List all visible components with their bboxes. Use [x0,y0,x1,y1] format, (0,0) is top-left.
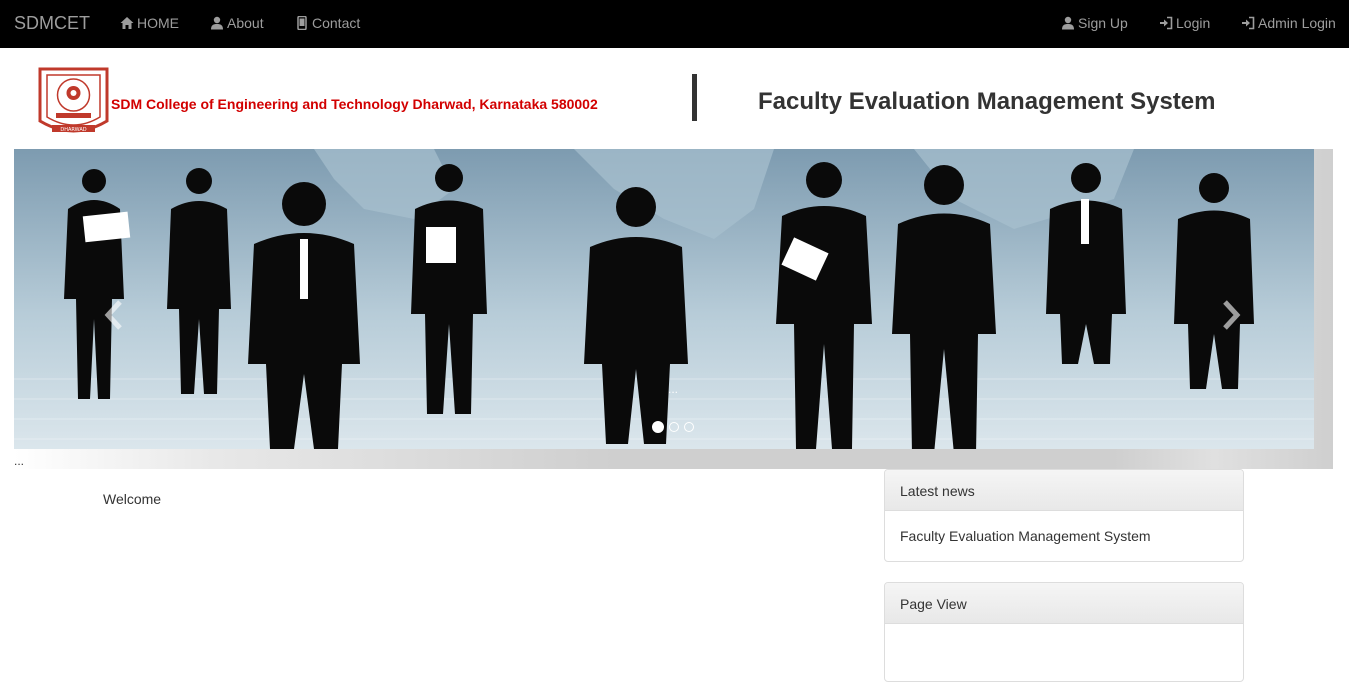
nav-about-link[interactable]: About [210,15,264,31]
nav-login-label: Login [1176,15,1211,31]
carousel-prev-button[interactable] [102,299,126,331]
image-carousel: ... ... [14,149,1333,469]
system-title: Faculty Evaluation Management System [758,88,1216,115]
site-header: DHARWAD SDM College of Engineering and T… [0,48,1349,149]
page-view-heading: Page View [885,583,1243,624]
latest-news-panel: Latest news Faculty Evaluation Managemen… [884,469,1244,562]
nav-signup-label: Sign Up [1078,15,1128,31]
nav-admin-login-label: Admin Login [1258,15,1336,31]
brand-link[interactable]: SDMCET [14,13,90,34]
carousel-slide-image [14,149,1314,449]
nav-signup-link[interactable]: Sign Up [1061,15,1128,31]
nav-contact-link[interactable]: Contact [295,15,360,31]
carousel-indicators [652,421,694,433]
nav-admin-login-link[interactable]: Admin Login [1241,15,1336,31]
latest-news-heading: Latest news [885,470,1243,511]
home-icon [120,16,134,30]
carousel-next-button[interactable] [1219,299,1243,331]
nav-home-label: HOME [137,15,179,31]
carousel-indicator-2[interactable] [669,422,679,432]
college-name: SDM College of Engineering and Technolog… [111,96,598,112]
carousel-indicator-1[interactable] [652,421,664,433]
carousel-footer-text: ... [14,454,25,468]
login-icon [1159,16,1173,30]
logo-text: DHARWAD [60,127,86,133]
user-icon [1061,16,1075,30]
page-view-panel: Page View [884,582,1244,682]
nav-about-label: About [227,15,264,31]
nav-login-link[interactable]: Login [1159,15,1210,31]
phone-icon [295,16,309,30]
carousel-caption: ... [668,382,679,396]
welcome-text: Welcome [103,491,162,507]
header-divider [692,74,697,121]
login-icon [1241,16,1255,30]
top-navbar: SDMCET HOME About Contact Sign Up Login [0,0,1349,48]
nav-contact-label: Contact [312,15,361,31]
nav-home-link[interactable]: HOME [120,15,179,31]
latest-news-item[interactable]: Faculty Evaluation Management System [885,511,1243,561]
page-view-body [885,624,1243,658]
carousel-indicator-3[interactable] [684,422,694,432]
college-logo: DHARWAD [38,65,109,139]
user-icon [210,16,224,30]
